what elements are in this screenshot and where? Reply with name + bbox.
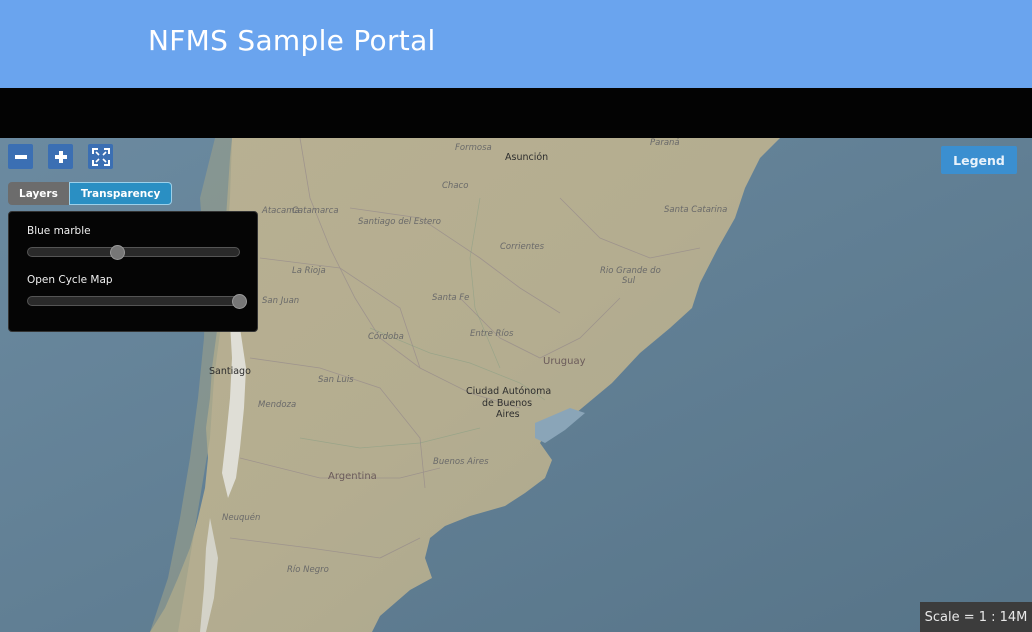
place-entre-rios: Entre Ríos — [470, 329, 514, 339]
scale-indicator: Scale = 1 : 14M — [920, 602, 1032, 632]
slider-handle-blue-marble[interactable] — [109, 245, 125, 260]
place-la-rioja: La Rioja — [292, 266, 326, 276]
plus-icon — [54, 150, 67, 163]
place-uruguay: Uruguay — [543, 356, 586, 367]
header-bar: NFMS Sample Portal — [0, 0, 1032, 88]
fullscreen-button[interactable] — [88, 144, 113, 169]
place-mendoza: Mendoza — [258, 400, 297, 410]
zoom-in-button[interactable] — [48, 144, 73, 169]
slider-label-open-cycle-map: Open Cycle Map — [27, 274, 113, 286]
place-argentina: Argentina — [328, 471, 377, 482]
place-asuncion: Asunción — [505, 152, 549, 163]
place-rio-negro: Río Negro — [287, 565, 329, 575]
place-caba-2: de Buenos — [482, 398, 533, 409]
map-canvas[interactable]: Formosa Asunción Paraná Chaco Santa Cata… — [0, 138, 1032, 632]
place-corrientes: Corrientes — [500, 242, 545, 252]
place-caba-1: Ciudad Autónoma — [466, 386, 552, 397]
place-rio-grande-do-sul-2: Sul — [622, 276, 636, 286]
place-santiago: Santiago — [209, 366, 251, 377]
minus-icon — [14, 154, 27, 159]
fullscreen-icon — [91, 147, 110, 166]
place-santa-fe: Santa Fe — [432, 293, 470, 303]
tab-transparency[interactable]: Transparency — [68, 182, 173, 205]
place-neuquen: Neuquén — [222, 513, 261, 523]
legend-button[interactable]: Legend — [941, 146, 1017, 174]
slider-open-cycle-map[interactable] — [27, 294, 247, 309]
place-caba-3: Aires — [496, 409, 520, 420]
slider-label-blue-marble: Blue marble — [27, 225, 91, 237]
layer-tabs: Layers Transparency — [8, 182, 173, 205]
transparency-panel: Blue marble Open Cycle Map — [8, 211, 258, 332]
place-san-juan: San Juan — [262, 296, 300, 306]
place-buenos-aires: Buenos Aires — [433, 457, 489, 467]
tab-layers[interactable]: Layers — [8, 182, 69, 205]
place-santiago-del-estero: Santiago del Estero — [358, 217, 441, 227]
place-catamarca: Catamarca — [292, 206, 339, 216]
place-chaco: Chaco — [442, 181, 469, 191]
place-santa-catarina: Santa Catarina — [664, 205, 728, 215]
slider-blue-marble[interactable] — [27, 245, 240, 260]
portal-title: NFMS Sample Portal — [148, 24, 436, 57]
place-parana: Paraná — [650, 138, 680, 148]
place-formosa: Formosa — [455, 143, 492, 153]
slider-handle-open-cycle-map[interactable] — [232, 294, 247, 309]
place-cordoba: Córdoba — [368, 332, 404, 342]
place-rio-grande-do-sul-1: Rio Grande do — [600, 266, 661, 276]
zoom-out-button[interactable] — [8, 144, 33, 169]
toolbar-strip — [0, 88, 1032, 138]
place-san-luis: San Luis — [318, 375, 354, 385]
